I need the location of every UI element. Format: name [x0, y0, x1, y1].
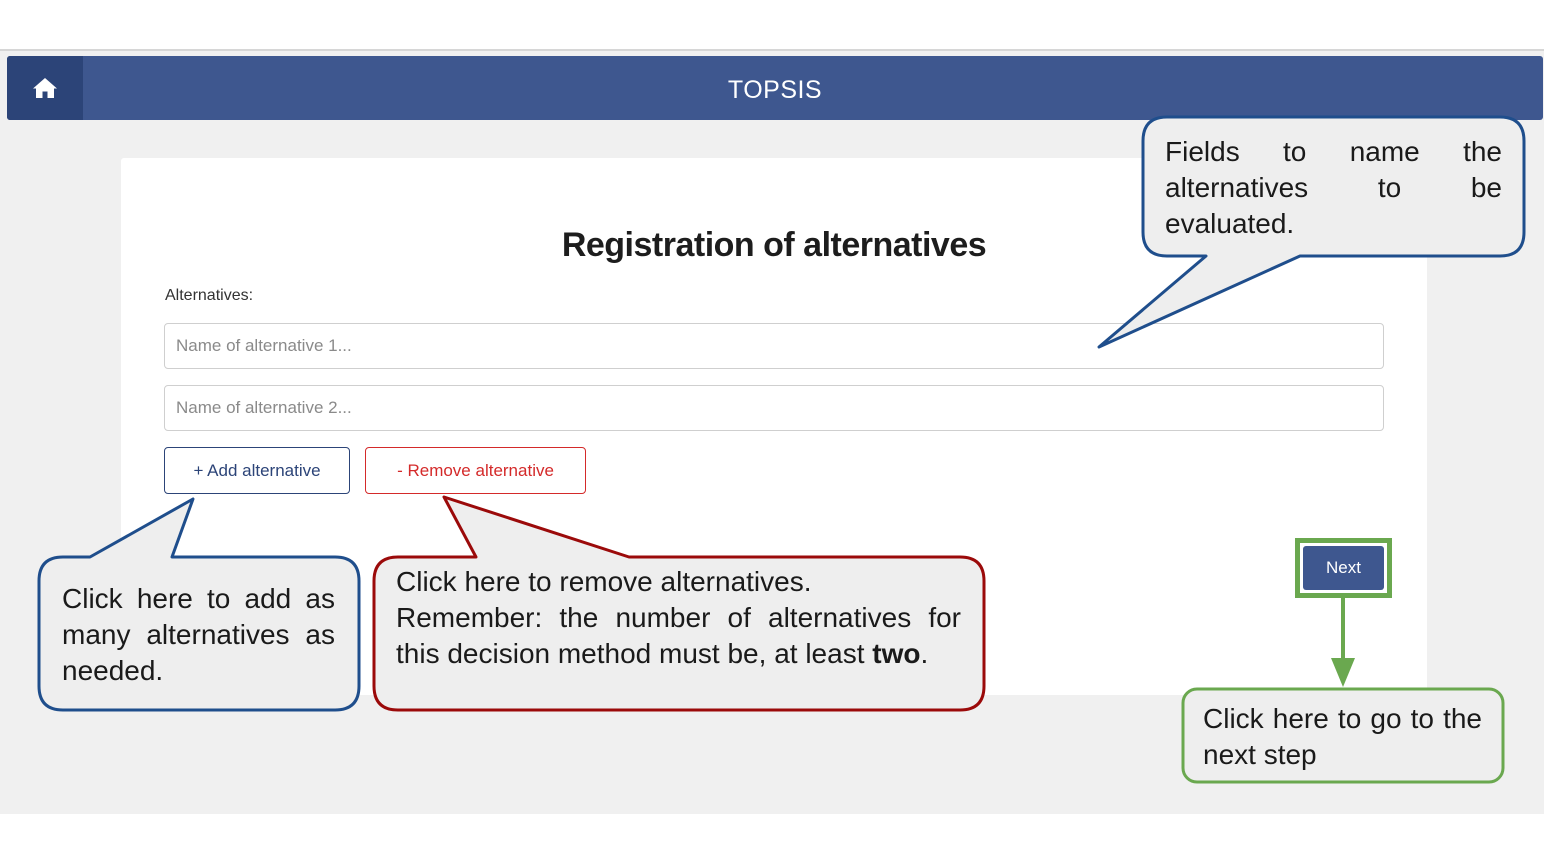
fields-callout-text: Fields to name the alternatives to be ev… — [1165, 136, 1502, 239]
remove-callout-text: Click here to remove alternatives. Remem… — [396, 564, 961, 672]
remove-callout-body: Remember: the number of alternatives for… — [396, 600, 961, 672]
next-arrow-head — [1331, 658, 1355, 687]
remove-callout-bold: two — [872, 638, 921, 669]
remove-callout-line1: Click here to remove alternatives. — [396, 566, 812, 597]
remove-callout-end: . — [920, 638, 929, 669]
add-callout-text: Click here to add as many alternatives a… — [62, 583, 335, 686]
next-callout-text: Click here to go to the next step — [1203, 703, 1482, 770]
